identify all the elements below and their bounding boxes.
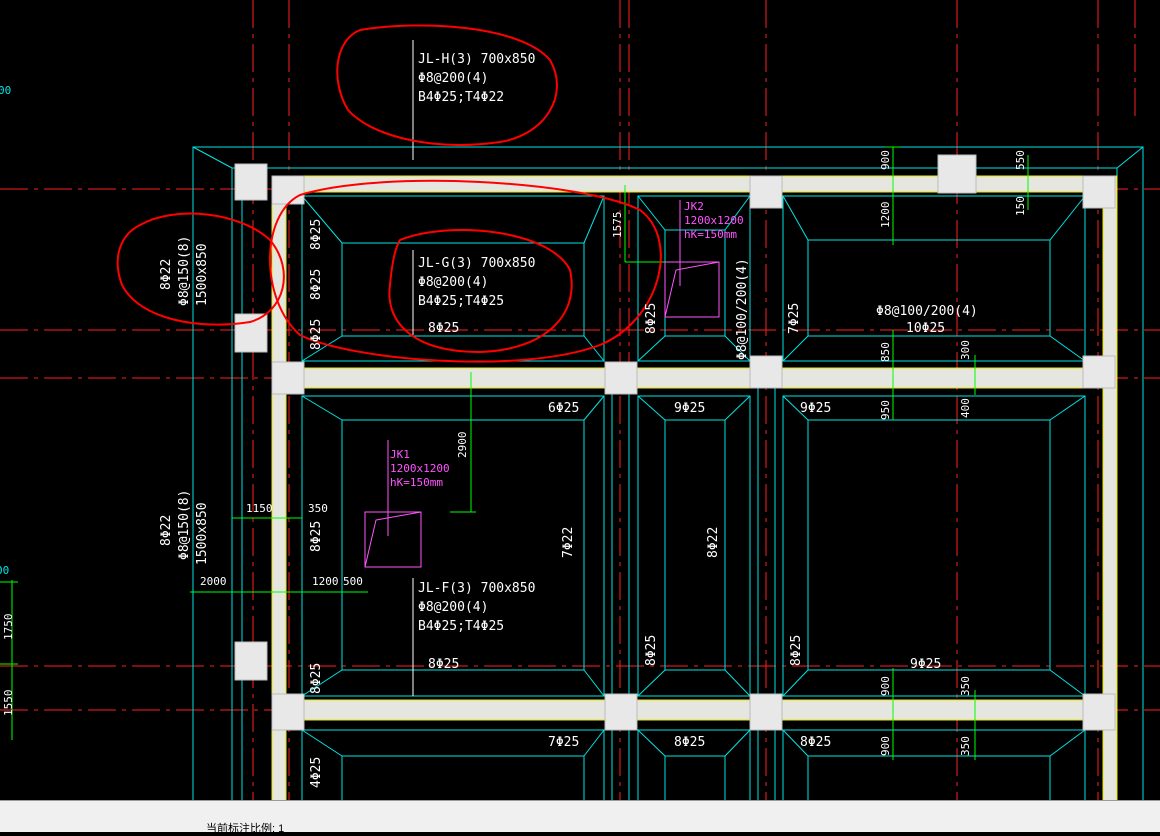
beam-f-line2: Φ8@200(4): [418, 600, 488, 615]
rebar-r4: 8Φ25: [428, 321, 459, 336]
rebar-r12: 8Φ25: [428, 657, 459, 672]
left-beam-top-annotation: 8Φ22 Φ8@150(8) 1500x850: [159, 236, 210, 306]
rebar-r17: 8Φ25: [789, 635, 804, 666]
beam-f-line1: JL-F(3) 700x850: [418, 581, 535, 596]
left-mid-l1: 8Φ22: [159, 515, 174, 546]
dim-2000: 2000: [200, 575, 227, 588]
left-beam-mid-annotation: 8Φ22 Φ8@150(8) 1500x850: [159, 490, 210, 565]
left-top-l1: 8Φ22: [159, 259, 174, 290]
rebar-r1: 8Φ25: [309, 219, 324, 250]
columns: [234, 154, 1116, 731]
right-stirrup-l1: Φ8@100/200(4): [876, 304, 978, 319]
beam-g-line2: Φ8@200(4): [418, 275, 488, 290]
jk1-l1: JK1: [390, 448, 410, 461]
dim-900a: 900: [879, 150, 892, 170]
dim-350c: 350: [959, 736, 972, 756]
dim-1150: 1150: [246, 502, 273, 515]
beam-h-line3: B4Φ25;T4Φ22: [418, 90, 504, 105]
rebar-r5: 6Φ25: [548, 401, 579, 416]
dim-left-1550: 1550: [2, 690, 15, 717]
beam-h-line2: Φ8@200(4): [418, 71, 488, 86]
jk2-l2: 1200x1200: [684, 214, 744, 227]
left-mid-l3: 1500x850: [195, 502, 210, 565]
mid-stirrup: Φ8@100/200(4): [735, 258, 750, 360]
rebar-r11: 8Φ25: [309, 663, 324, 694]
beam-h-annotation: JL-H(3) 700x850 Φ8@200(4) B4Φ25;T4Φ22: [418, 52, 535, 105]
dim-left-1750: 1750: [2, 614, 15, 641]
rebar-r9: 8Φ22: [706, 527, 721, 558]
dim-1575: 1575: [611, 212, 624, 239]
rebar-r2: 8Φ25: [309, 269, 324, 300]
rebar-r15: 7Φ25: [787, 303, 802, 334]
beam-f-annotation: JL-F(3) 700x850 Φ8@200(4) B4Φ25;T4Φ25: [418, 581, 535, 634]
dim-350b: 350: [959, 676, 972, 696]
dim-300: 300: [959, 340, 972, 360]
beam-g-line3: B4Φ25;T4Φ25: [418, 294, 504, 309]
dim-350a: 350: [308, 502, 328, 515]
rebar-r13: 8Φ25: [644, 635, 659, 666]
rebar-r19: 7Φ25: [548, 735, 579, 750]
dim-900c: 900: [879, 736, 892, 756]
dim-500: 500: [343, 575, 363, 588]
scale-status-text: 当前标注比例: 1: [206, 823, 285, 835]
dim-1200: 1200: [879, 202, 892, 229]
dim-900b: 900: [879, 676, 892, 696]
status-bar: [0, 800, 1160, 832]
left-top-l3: 1500x850: [195, 243, 210, 306]
rebar-r10: 8Φ25: [309, 521, 324, 552]
rebar-r7: 9Φ25: [800, 401, 831, 416]
dim-550: 550: [1014, 150, 1027, 170]
cad-drawing-canvas[interactable]: JL-H(3) 700x850 Φ8@200(4) B4Φ25;T4Φ22 JL…: [0, 0, 1160, 800]
jk2-label: JK2 1200x1200 hK=150mm: [684, 200, 744, 241]
foundation-plan-drawing: JL-H(3) 700x850 Φ8@200(4) B4Φ25;T4Φ22 JL…: [0, 0, 1160, 800]
rebar-r6: 9Φ25: [674, 401, 705, 416]
left-top-l2: Φ8@150(8): [177, 236, 192, 306]
rebar-r16: 8Φ25: [644, 303, 659, 334]
jk1-label: JK1 1200x1200 hK=150mm: [390, 448, 450, 489]
beam-h-line1: JL-H(3) 700x850: [418, 52, 535, 67]
dim-400: 400: [959, 398, 972, 418]
dim-150: 150: [1014, 196, 1027, 216]
rebar-r18: 4Φ25: [309, 757, 324, 788]
jk1-l3: hK=150mm: [390, 476, 443, 489]
beam-g-annotation: JL-G(3) 700x850 Φ8@200(4) B4Φ25;T4Φ25: [418, 256, 535, 309]
dim-left-00a: 00: [0, 84, 11, 97]
rebar-r14: 9Φ25: [910, 657, 941, 672]
beam-g-line1: JL-G(3) 700x850: [418, 256, 535, 271]
dim-850: 850: [879, 342, 892, 362]
rebar-r8: 7Φ22: [561, 527, 576, 558]
dim-1200b: 1200: [312, 575, 339, 588]
jk2-l3: hK=150mm: [684, 228, 737, 241]
dimension-lines: [0, 146, 1029, 760]
dim-950: 950: [879, 400, 892, 420]
beam-f-line3: B4Φ25;T4Φ25: [418, 619, 504, 634]
rebar-r21: 8Φ25: [800, 735, 831, 750]
right-stirrup-l2: 10Φ25: [906, 321, 945, 336]
dim-2900: 2900: [456, 432, 469, 459]
red-markup-circles: [116, 24, 662, 363]
rebar-r3: 8Φ25: [309, 319, 324, 350]
left-mid-l2: Φ8@150(8): [177, 490, 192, 560]
rebar-r20: 8Φ25: [674, 735, 705, 750]
axis-grid-lines: [0, 0, 1160, 800]
dim-left-00b: 00: [0, 564, 9, 577]
jk1-l2: 1200x1200: [390, 462, 450, 475]
jk2-l1: JK2: [684, 200, 704, 213]
